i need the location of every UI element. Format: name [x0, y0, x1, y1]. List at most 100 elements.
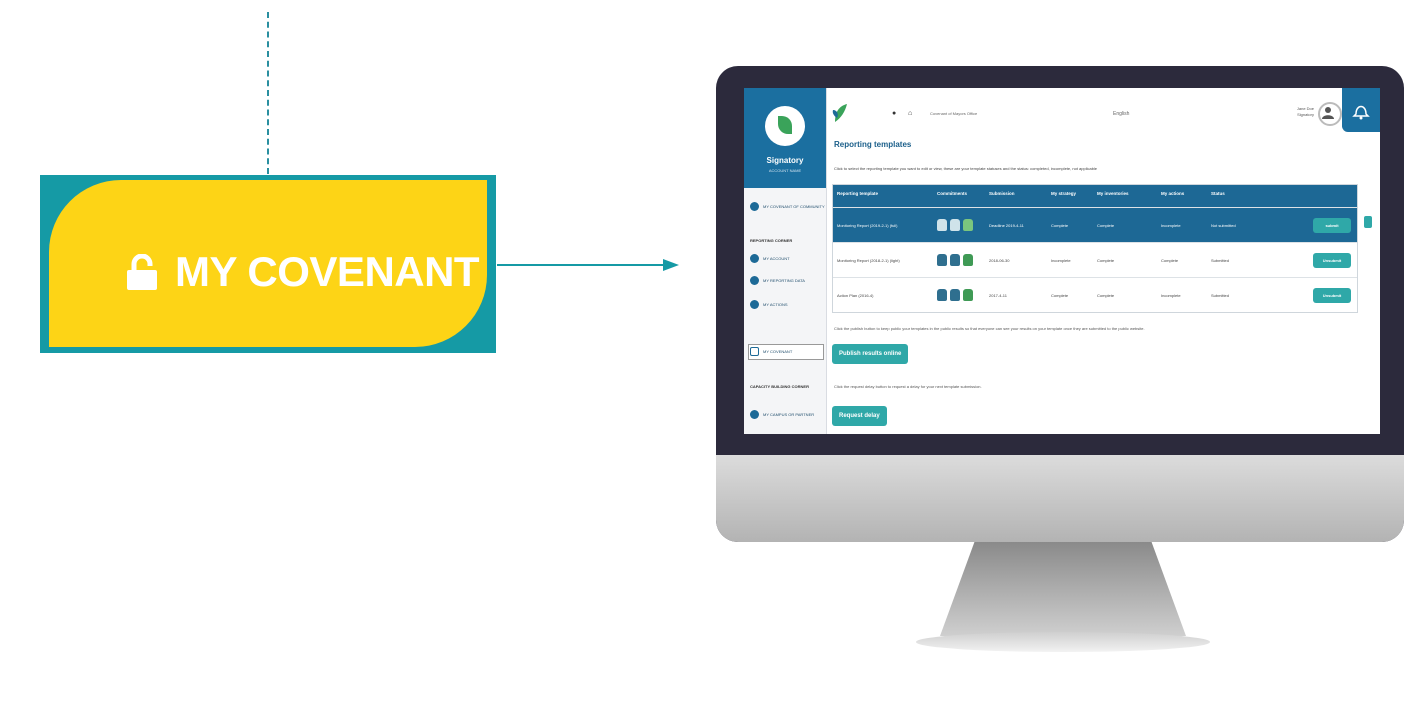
row-side-tab[interactable] — [1364, 216, 1372, 228]
inventories-cell: Complete — [1097, 257, 1115, 263]
sidebar-section-reporting: REPORTING CORNER — [750, 238, 793, 243]
inventories-cell: Complete — [1097, 292, 1115, 298]
user-icon — [1322, 107, 1334, 119]
home-icon[interactable]: ⌂ — [908, 110, 912, 117]
sidebar-item-icon — [750, 276, 759, 285]
commitments-cell — [933, 289, 985, 301]
submission-cell: Deadline 2019-4-11 — [989, 222, 1024, 228]
table-row[interactable]: Monitoring Report (2019-2-1) (full) Dead… — [833, 207, 1357, 242]
sidebar-subtitle: ACCOUNT NAME — [768, 168, 802, 173]
monitor-screen: Signatory ACCOUNT NAME MY COVENANT OF CO… — [744, 88, 1380, 434]
column-header: Reporting template — [837, 191, 879, 196]
unsubmit-button[interactable]: Unsubmit — [1313, 287, 1351, 303]
sidebar-item-icon — [750, 254, 759, 263]
bell-icon — [1352, 105, 1370, 120]
template-name[interactable]: Monitoring Report (2019-2-1) (full) — [833, 223, 933, 228]
sidebar: Signatory ACCOUNT NAME MY COVENANT OF CO… — [744, 88, 827, 434]
brand-leaf-icon — [832, 104, 847, 122]
row-action-cell: Unsubmit — [1271, 252, 1357, 268]
my-covenant-callout: MY COVENANT — [40, 175, 496, 353]
publish-results-button[interactable]: Publish results online — [832, 344, 909, 364]
template-name[interactable]: Monitoring Report (2018-2-1) (light) — [833, 258, 933, 263]
sidebar-item-icon — [750, 300, 759, 309]
column-header: My actions — [1161, 191, 1185, 196]
intro-text: Click to select the reporting template y… — [834, 166, 1098, 171]
sidebar-item-campus[interactable]: MY CAMPUS OR PARTNER — [750, 410, 814, 419]
request-delay-button[interactable]: Request delay — [832, 406, 887, 426]
lock-icon — [937, 254, 947, 266]
sidebar-item-icon — [750, 410, 759, 419]
lock-icon — [963, 289, 973, 301]
organization-logo — [765, 106, 805, 146]
lock-icon — [963, 254, 973, 266]
top-bar: ● ⌂ Covenant of Mayors Office English Ja… — [826, 88, 1380, 140]
sidebar-item-my-reporting-data[interactable]: MY REPORTING DATA — [750, 276, 805, 285]
unsubmit-button[interactable]: Unsubmit — [1313, 252, 1351, 268]
sidebar-item-icon — [750, 202, 759, 211]
callout-panel: MY COVENANT — [49, 180, 487, 347]
notifications-button[interactable] — [1342, 88, 1380, 132]
template-name[interactable]: Action Plan (2016-4) — [833, 293, 933, 298]
lock-icon — [963, 219, 973, 231]
unlock-icon — [127, 254, 157, 290]
sidebar-item-my-actions[interactable]: MY ACTIONS — [750, 300, 788, 309]
breadcrumb[interactable]: Covenant of Mayors Office — [930, 111, 977, 116]
callout-content: MY COVENANT — [127, 248, 480, 296]
row-action-cell: Unsubmit — [1271, 287, 1357, 303]
sidebar-item-label: MY COVENANT — [763, 349, 793, 354]
sidebar-item-label: MY REPORTING DATA — [763, 278, 805, 283]
strategy-cell: Complete — [1051, 222, 1069, 228]
column-header: Commitments — [937, 191, 968, 196]
monitor-chin — [716, 455, 1404, 542]
strategy-cell: Complete — [1051, 292, 1069, 298]
help-icon[interactable]: ● — [892, 110, 896, 117]
commitments-cell — [933, 219, 985, 231]
sidebar-item-label: MY ACTIONS — [763, 302, 788, 307]
lock-icon — [950, 254, 960, 266]
avatar[interactable] — [1318, 102, 1342, 126]
lock-icon — [937, 289, 947, 301]
strategy-cell: Incomplete — [1051, 257, 1071, 263]
sidebar-item-label: MY COVENANT OF COMMUNITY — [763, 204, 825, 209]
page-title: Reporting templates — [834, 140, 912, 149]
monitor-stand — [940, 542, 1186, 636]
inventories-cell: Complete — [1097, 222, 1115, 228]
sidebar-header: Signatory ACCOUNT NAME — [744, 88, 826, 188]
row-action-cell: submit — [1271, 217, 1357, 233]
submit-button[interactable]: submit — [1313, 217, 1351, 233]
submission-cell: 2017-4-11 — [989, 292, 1007, 298]
lock-icon — [950, 289, 960, 301]
submission-cell: 2018-06-30 — [989, 257, 1010, 263]
table-header: Reporting template Commitments Submissio… — [833, 185, 1357, 207]
lock-icon — [937, 219, 947, 231]
publish-note: Click the publish button to keep public … — [834, 326, 1145, 331]
sidebar-item-icon — [750, 347, 759, 356]
user-info: Jane Doe Signatory — [1278, 106, 1314, 118]
column-header: Status — [1211, 191, 1225, 196]
delay-note: Click the request delay button to reques… — [834, 384, 982, 389]
column-header: My strategy — [1051, 191, 1077, 196]
table-row[interactable]: Action Plan (2016-4) 2017-4-11 Complete … — [833, 277, 1357, 312]
sidebar-item-covenant-community[interactable]: MY COVENANT OF COMMUNITY — [750, 202, 825, 211]
table-row[interactable]: Monitoring Report (2018-2-1) (light) 201… — [833, 242, 1357, 277]
sidebar-title: Signatory — [766, 156, 804, 165]
sidebar-item-label: MY ACCOUNT — [763, 256, 790, 261]
status-cell: Submitted — [1211, 292, 1230, 298]
sidebar-section-capacity: CAPACITY BUILDING CORNER — [750, 384, 809, 389]
status-cell: Submitted — [1211, 257, 1230, 263]
actions-cell: Incomplete — [1161, 222, 1181, 228]
monitor-base — [916, 632, 1210, 652]
callout-label: MY COVENANT — [175, 248, 480, 295]
column-header: Submission — [989, 191, 1015, 196]
sidebar-item-my-account[interactable]: MY ACCOUNT — [750, 254, 790, 263]
sidebar-item-label: MY CAMPUS OR PARTNER — [763, 412, 815, 417]
reporting-templates-table: Reporting template Commitments Submissio… — [832, 184, 1358, 313]
actions-cell: Complete — [1161, 257, 1179, 263]
language-select[interactable]: English — [1113, 111, 1129, 117]
lock-icon — [950, 219, 960, 231]
commitments-cell — [933, 254, 985, 266]
sidebar-item-my-covenant[interactable]: MY COVENANT — [750, 347, 792, 356]
column-header — [1271, 185, 1357, 207]
column-header: My inventories — [1097, 191, 1129, 196]
status-cell: Not submitted — [1211, 222, 1236, 228]
